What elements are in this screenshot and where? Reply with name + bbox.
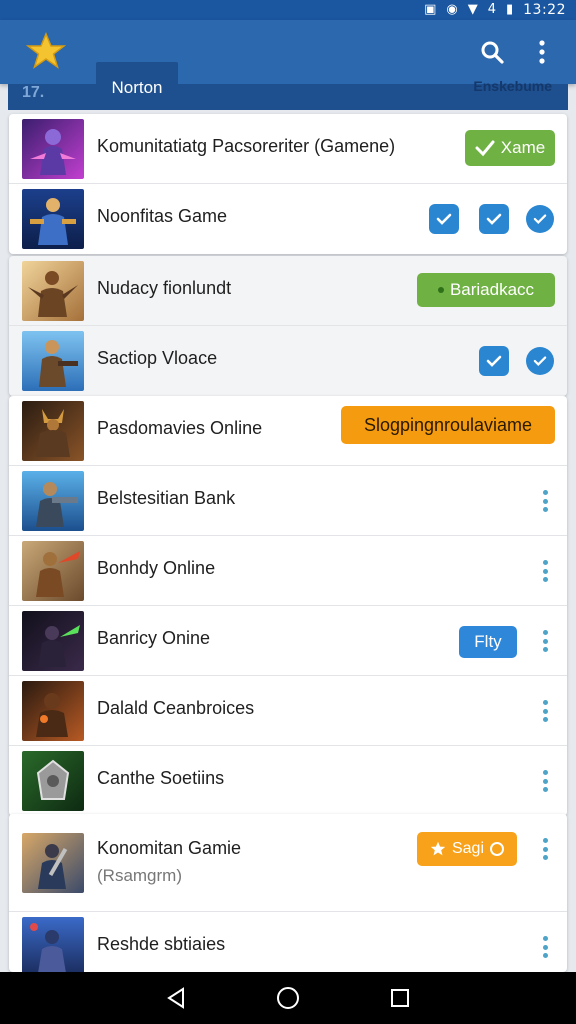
sagi-label: Sagi [451,840,485,857]
tab-left-label[interactable]: 17. [22,84,44,102]
app-bar [0,20,576,84]
game-thumbnail [22,611,84,671]
list-item[interactable]: Noonfitas Game [9,184,567,254]
recents-button[interactable] [380,978,420,1018]
kebab-menu-icon[interactable] [537,770,553,792]
slogpingnroulaviame-label: Slogpingnroulaviame [363,414,533,435]
slogpingnroulaviame-button[interactable]: Slogpingnroulaviame [341,406,555,444]
game-thumbnail [22,681,84,741]
search-icon [481,41,504,64]
list-item[interactable]: Belstesitian Bank [9,466,567,536]
list-item[interactable]: Dalald Ceanbroices [9,676,567,746]
check-icon [475,140,495,157]
game-thumbnail [22,331,84,391]
list-section-2: Nudacy fionlundt Bariadkacc Sactiop Vloa… [9,256,567,396]
checkbox-1[interactable] [429,204,459,234]
sagi-button[interactable]: Sagi [417,832,517,866]
bariadkacc-label: Bariadkacc [449,280,535,299]
recents-icon [391,989,409,1007]
list-item[interactable]: Canthe Soetiins [9,746,567,816]
overflow-menu-button[interactable] [522,32,562,72]
home-button[interactable] [268,978,308,1018]
status-time: 13:22 [523,2,566,18]
alarm-icon: ◉ [446,2,458,17]
list-section-1: Komunitatiatg Pacsoreriter (Gamene) Xame… [9,114,567,254]
row-title: Nudacy fionlundt [97,278,232,298]
list-item[interactable]: Konomitan Gamie (Rsamgrm) Sagi [9,814,567,912]
row-title: Noonfitas Game [97,206,228,226]
kebab-menu-icon[interactable] [537,630,553,652]
home-icon [277,987,299,1009]
star-icon [430,841,446,856]
row-title: Canthe Soetiins [97,768,225,788]
game-thumbnail [22,751,84,811]
notification-icon: ▣ [424,2,437,17]
battery-icon: ▮ [505,2,514,17]
row-subtitle: (Rsamgrm) [97,866,182,885]
xame-label: Xame [500,138,546,157]
kebab-menu-icon[interactable] [537,936,553,958]
status-bar: ▣ ◉ ▼ 4 ▮ 13:22 [0,0,576,20]
wifi-icon: ▼ [467,2,478,17]
game-thumbnail [22,833,84,893]
xame-button[interactable]: Xame [465,130,555,166]
list-item[interactable]: Reshde sbtiaies [9,912,567,972]
bariadkacc-button[interactable]: Bariadkacc [417,273,555,307]
check-icon [486,355,502,367]
kebab-menu-icon[interactable] [537,560,553,582]
row-title: Pasdomavies Online [97,418,263,438]
row-title: Banricy Onine [97,628,211,648]
list-item[interactable]: Sactiop Vloace [9,326,567,396]
row-title: Dalald Ceanbroices [97,698,255,718]
tab-norton[interactable]: Norton [96,62,178,110]
back-button[interactable] [156,978,196,1018]
check-circle[interactable] [526,347,554,375]
list-section-3: Pasdomavies Online Slogpingnroulaviame B… [9,396,567,816]
row-title: Reshde sbtiaies [97,934,226,954]
kebab-menu-icon[interactable] [537,838,553,860]
row-title: Belstesitian Bank [97,488,236,508]
row-title: Komunitatiatg Pacsoreriter (Gamene) [97,136,396,156]
game-thumbnail [22,917,84,972]
game-thumbnail [22,401,84,461]
checkbox-2[interactable] [479,204,509,234]
check-circle[interactable] [526,205,554,233]
game-thumbnail [22,541,84,601]
row-title: Sactiop Vloace [97,348,218,368]
flty-label: Flty [474,632,502,651]
flty-button[interactable]: Flty [459,626,517,658]
list-item[interactable]: Pasdomavies Online Slogpingnroulaviame [9,396,567,466]
overflow-menu-icon [539,40,545,64]
system-nav-bar [0,972,576,1024]
row-title: Konomitan Gamie [97,838,242,858]
star-logo-icon[interactable] [26,31,66,71]
list-section-4: Konomitan Gamie (Rsamgrm) Sagi Reshde sb… [9,814,567,972]
list-item[interactable]: Banricy Onine Flty [9,606,567,676]
list-item[interactable]: Nudacy fionlundt Bariadkacc [9,256,567,326]
kebab-menu-icon[interactable] [537,700,553,722]
check-icon [533,214,547,225]
game-thumbnail [22,119,84,179]
back-icon [167,987,184,1009]
row-title: Bonhdy Online [97,558,216,578]
signal-indicator: 4 [487,2,496,17]
check-icon [486,213,502,225]
info-circle-icon [490,842,505,856]
check-icon [533,356,547,367]
search-button[interactable] [472,32,512,72]
game-thumbnail [22,189,84,249]
kebab-menu-icon[interactable] [537,490,553,512]
list-item[interactable]: Bonhdy Online [9,536,567,606]
game-thumbnail [22,261,84,321]
list-item[interactable]: Komunitatiatg Pacsoreriter (Gamene) Xame [9,114,567,184]
check-icon [436,213,452,225]
dot-icon [437,287,444,293]
game-thumbnail [22,471,84,531]
checkbox-1[interactable] [479,346,509,376]
tab-right-label[interactable]: Enskebume [473,78,552,94]
